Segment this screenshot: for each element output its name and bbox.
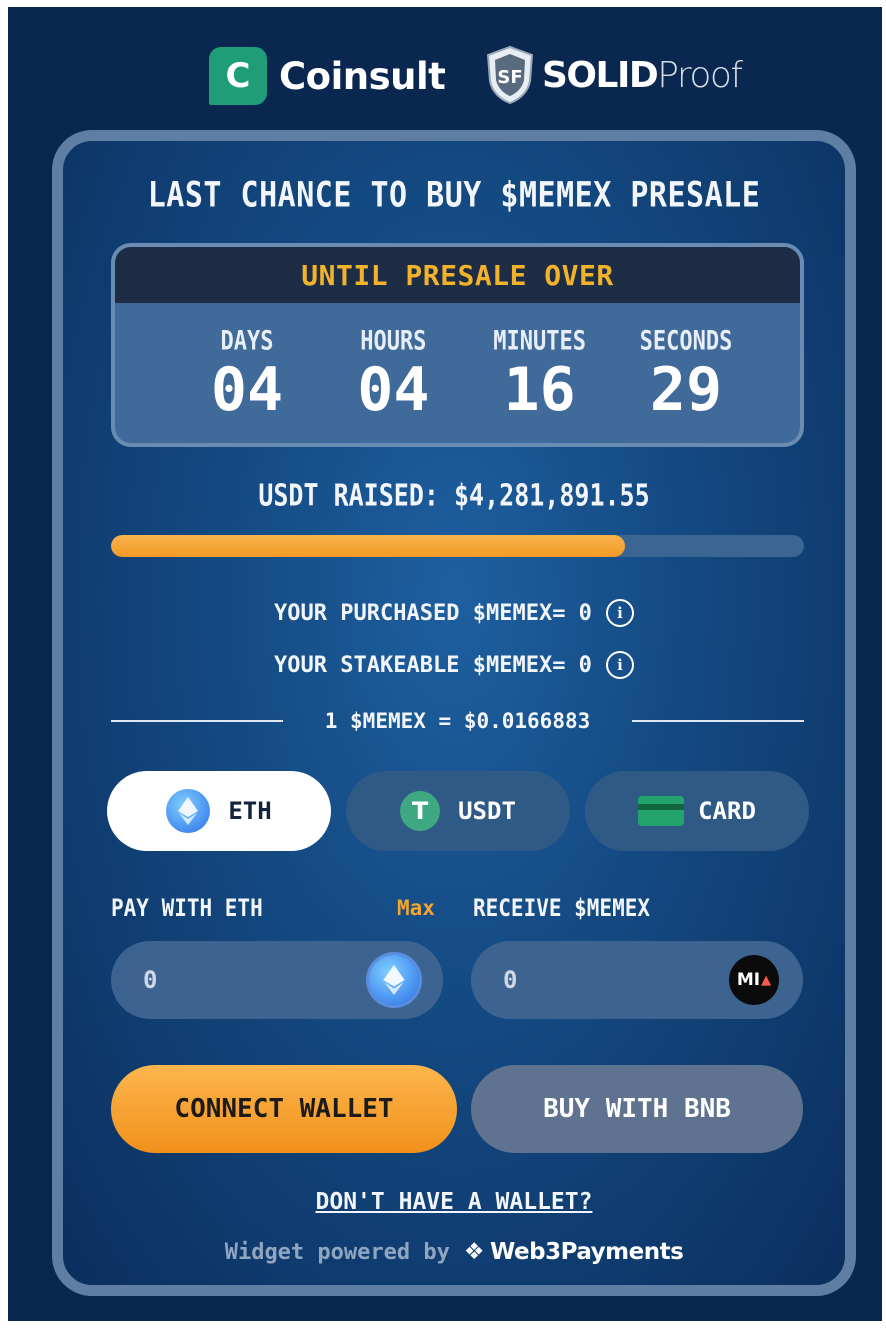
info-icon[interactable]: i [605, 599, 634, 627]
amount-labels: PAY WITH ETH Max RECEIVE $MEMEX [111, 894, 804, 926]
no-wallet-link[interactable]: DON'T HAVE A WALLET? [63, 1189, 845, 1215]
widget-title: LAST CHANCE TO BUY $MEMEX PRESALE [147, 175, 761, 216]
exchange-rate: 1 $MEMEX = $0.0166883 [111, 709, 805, 733]
coinsult-icon: C [209, 47, 267, 105]
proof-text: Proof [657, 54, 743, 96]
web3payments-logo[interactable]: ❖ Web3Payments [463, 1239, 684, 1265]
purchased-row: YOUR PURCHASED $MEMEX= 0 i [63, 599, 845, 627]
connect-wallet-button[interactable]: CONNECT WALLET [111, 1065, 457, 1153]
pay-amount-field[interactable] [111, 941, 443, 1019]
timer-seconds: SECONDS 29 [626, 303, 746, 425]
presale-widget: LAST CHANCE TO BUY $MEMEX PRESALE UNTIL … [52, 130, 856, 1296]
timer-hours: HOURS 04 [333, 303, 453, 425]
solidproof-wordmark: SOLIDProof [542, 54, 743, 96]
info-icon[interactable]: i [605, 651, 634, 679]
pay-label: PAY WITH ETH [111, 894, 263, 922]
ethereum-icon [369, 955, 419, 1005]
purchased-text: YOUR PURCHASED $MEMEX= 0 [274, 600, 592, 626]
minutes-label: MINUTES [493, 326, 587, 357]
tab-usdt[interactable]: T USDT [346, 771, 570, 851]
seconds-label: SECONDS [639, 326, 733, 357]
countdown-timer: UNTIL PRESALE OVER DAYS 04 HOURS 04 MINU… [111, 243, 804, 447]
hours-label: HOURS [360, 326, 427, 357]
payment-method-tabs: ETH T USDT CARD [107, 771, 809, 851]
tab-usdt-label: USDT [458, 797, 516, 825]
receive-amount-field[interactable]: MI▲ [471, 941, 803, 1019]
tab-eth-label: ETH [228, 797, 272, 825]
tether-icon: T [400, 791, 441, 831]
divider [632, 720, 805, 722]
memex-token-icon: MI ▲ [729, 955, 779, 1005]
receive-label: RECEIVE $MEMEX [473, 894, 651, 922]
timer-minutes: MINUTES 16 [480, 303, 600, 425]
credit-card-icon [638, 796, 685, 826]
stakeable-text: YOUR STAKEABLE $MEMEX= 0 [274, 652, 592, 678]
coinsult-wordmark: Coinsult [279, 54, 446, 98]
max-button[interactable]: Max [397, 896, 435, 920]
shield-mark-text: SF [497, 67, 522, 88]
shield-icon: SF [486, 45, 534, 105]
rate-text: 1 $MEMEX = $0.0166883 [324, 709, 591, 733]
progress-fill [111, 535, 626, 557]
paw-icon: ❖ [463, 1239, 485, 1265]
usdt-raised: USDT RAISED: $4,281,891.55 [258, 478, 650, 513]
divider [111, 720, 283, 722]
hours-value: 04 [357, 355, 430, 425]
tab-eth[interactable]: ETH [107, 771, 331, 851]
powered-by-text: Widget powered by [224, 1239, 450, 1265]
solidproof-logo: SF SOLIDProof [484, 45, 743, 105]
memex-icon-text: MI [736, 970, 761, 990]
ethereum-icon [166, 789, 211, 833]
days-label: DAYS [220, 326, 274, 357]
coinsult-logo: C Coinsult [209, 47, 446, 105]
days-value: 04 [210, 355, 284, 425]
solid-text: SOLID [542, 54, 659, 96]
seconds-value: 29 [649, 355, 723, 425]
tab-card[interactable]: CARD [585, 771, 809, 851]
raise-progress-bar [111, 535, 804, 557]
tab-card-label: CARD [698, 797, 756, 825]
timer-days: DAYS 04 [187, 303, 307, 425]
web3payments-text: Web3Payments [490, 1239, 684, 1265]
buy-with-bnb-button[interactable]: BUY WITH BNB [471, 1065, 803, 1153]
pay-amount-input[interactable] [141, 965, 345, 995]
receive-amount-input[interactable] [501, 965, 705, 995]
page-background: C Coinsult SF SOLIDProof LAST CHANCE TO … [8, 7, 882, 1321]
powered-by: Widget powered by ❖ Web3Payments [63, 1239, 845, 1265]
stakeable-row: YOUR STAKEABLE $MEMEX= 0 i [63, 651, 845, 679]
minutes-value: 16 [503, 355, 576, 425]
timer-header: UNTIL PRESALE OVER [115, 247, 800, 303]
